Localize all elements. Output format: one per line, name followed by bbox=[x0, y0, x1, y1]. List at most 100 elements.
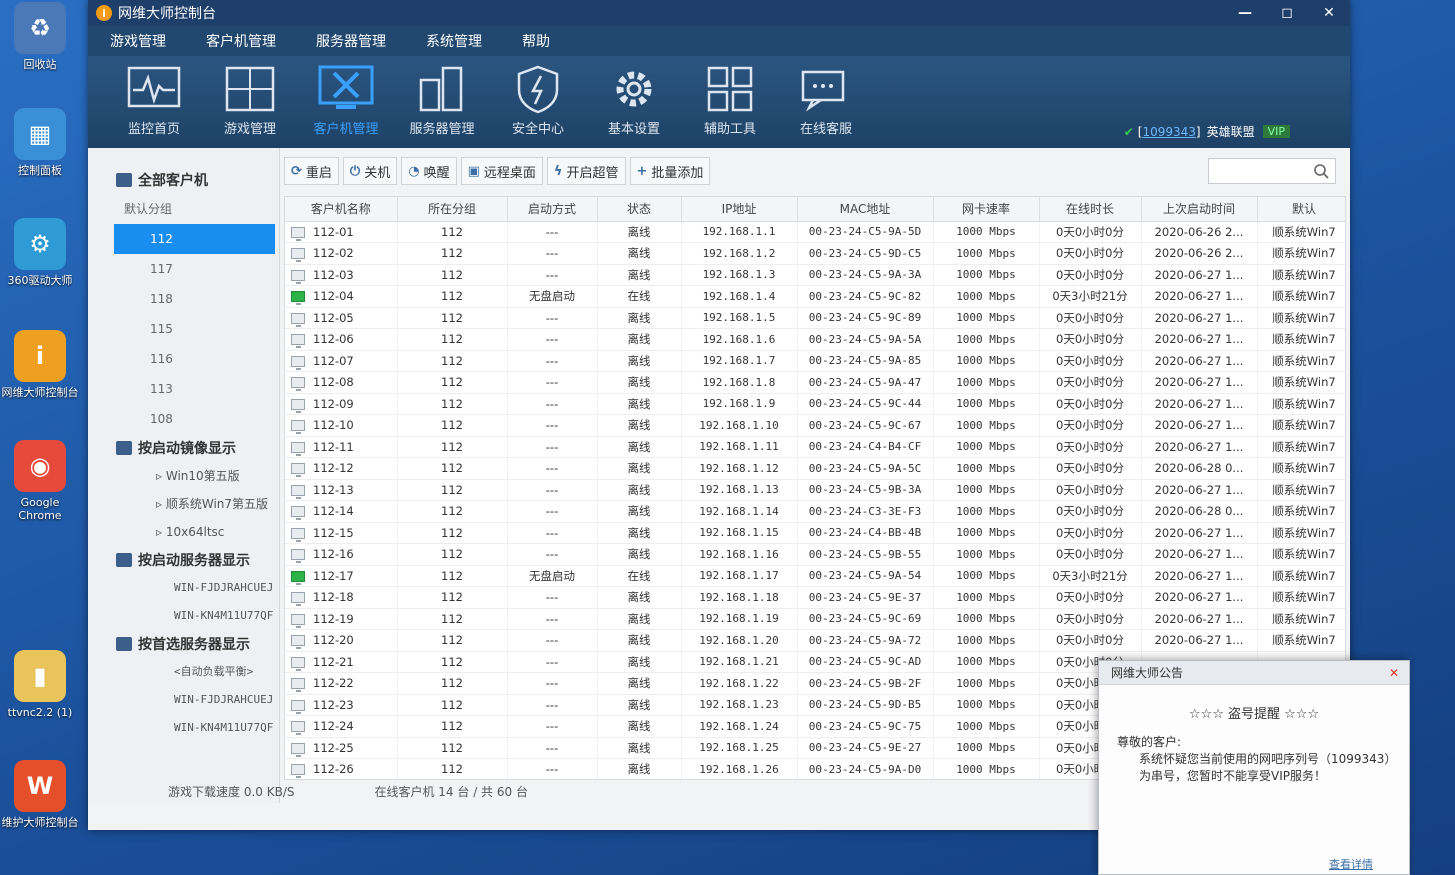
toolbar-client-tools-button[interactable]: 客户机管理 bbox=[298, 56, 394, 144]
column-header[interactable]: IP地址 bbox=[681, 197, 798, 222]
table-row[interactable]: 112-20 112 --- 离线 192.168.1.20 00-23-24-C5-9A… bbox=[285, 629, 1345, 652]
column-header[interactable]: 在线时长 bbox=[1039, 197, 1142, 222]
table-row[interactable]: 112-09 112 --- 离线 192.168.1.9 00-23-24-C5-9C-… bbox=[285, 393, 1345, 415]
pref-server-item[interactable]: <自动负载平衡> bbox=[88, 658, 279, 686]
ip-cell: 192.168.1.8 bbox=[681, 371, 798, 394]
action-button[interactable]: ϟ 开启超管 bbox=[546, 157, 626, 185]
column-header[interactable]: 启动方式 bbox=[507, 197, 598, 222]
action-button[interactable]: ◔ 唤醒 bbox=[401, 157, 457, 185]
group-item[interactable]: 117 bbox=[88, 254, 279, 284]
action-button[interactable]: ⟳ 重启 bbox=[284, 157, 339, 185]
group-item[interactable]: 112 bbox=[114, 224, 275, 254]
close-button[interactable]: ✕ bbox=[1308, 0, 1350, 26]
by-server-node[interactable]: 按启动服务器显示 bbox=[88, 546, 279, 574]
pref-server-item[interactable]: WIN-FJDJRAHCUEJ bbox=[88, 686, 279, 714]
table-row[interactable]: 112-17 112 无盘启动 在线 192.168.1.17 00-23-24-C5-9… bbox=[285, 565, 1345, 587]
account-id-link[interactable]: 1099343 bbox=[1142, 125, 1195, 139]
column-header[interactable]: 网卡速率 bbox=[933, 197, 1040, 222]
mac-cell: 00-23-24-C5-9C-89 bbox=[797, 307, 934, 329]
toolbar-monitor-pulse-button[interactable]: 监控首页 bbox=[106, 56, 202, 144]
pc-offline-icon bbox=[291, 377, 305, 392]
all-clients-node[interactable]: 全部客户机 bbox=[88, 166, 279, 194]
group-item[interactable]: 115 bbox=[88, 314, 279, 344]
menu-item[interactable]: 帮助 bbox=[522, 31, 550, 51]
action-button[interactable]: + 批量添加 bbox=[629, 157, 711, 185]
by-image-node[interactable]: 按启动镜像显示 bbox=[88, 434, 279, 462]
popup-close-button[interactable]: ✕ bbox=[1389, 666, 1399, 680]
last-boot-cell: 2020-06-27 1... bbox=[1141, 543, 1258, 566]
toolbar-shield-button[interactable]: 安全中心 bbox=[490, 56, 586, 144]
last-boot-cell: 2020-06-27 1... bbox=[1141, 285, 1258, 308]
toolbar-game-grid-button[interactable]: 游戏管理 bbox=[202, 56, 298, 144]
desktop-icon[interactable]: ◉ Google Chrome bbox=[0, 440, 80, 522]
server-item[interactable]: WIN-FJDJRAHCUEJ bbox=[88, 574, 279, 602]
group-item[interactable]: 113 bbox=[88, 374, 279, 404]
column-header[interactable]: 上次启动时间 bbox=[1141, 197, 1258, 222]
table-row[interactable]: 112-15 112 --- 离线 192.168.1.15 00-23-24-C4-BB… bbox=[285, 522, 1345, 544]
group-item[interactable]: 116 bbox=[88, 344, 279, 374]
boot-mode-cell: --- bbox=[507, 651, 598, 673]
desktop-icon[interactable]: ♻ 回收站 bbox=[0, 2, 80, 71]
toolbar-tiles-button[interactable]: 辅助工具 bbox=[682, 56, 778, 144]
desktop-icon[interactable]: ▮ ttvnc2.2 (1) bbox=[0, 650, 80, 719]
pref-server-item[interactable]: WIN-KN4M11U77QF bbox=[88, 714, 279, 742]
table-row[interactable]: 112-01 112 --- 离线 192.168.1.1 00-23-24-C5-9A-… bbox=[285, 221, 1345, 243]
action-button[interactable]: ▣ 远程桌面 bbox=[460, 157, 543, 185]
column-header[interactable]: 客户机名称 bbox=[285, 197, 398, 222]
boot-mode-cell: --- bbox=[507, 500, 598, 523]
table-row[interactable]: 112-13 112 --- 离线 192.168.1.13 00-23-24-C5-9B… bbox=[285, 479, 1345, 501]
maximize-button[interactable]: ◻ bbox=[1266, 0, 1308, 26]
table-row[interactable]: 112-04 112 无盘启动 在线 192.168.1.4 00-23-24-C5-9C… bbox=[285, 285, 1345, 308]
boot-mode-cell: --- bbox=[507, 242, 598, 265]
table-row[interactable]: 112-02 112 --- 离线 192.168.1.2 00-23-24-C5-9D-… bbox=[285, 242, 1345, 265]
group-item[interactable]: 108 bbox=[88, 404, 279, 434]
image-item[interactable]: ▹ 10x64ltsc bbox=[88, 518, 279, 546]
desktop-icon[interactable]: ⚙ 360驱动大师 bbox=[0, 218, 80, 287]
title-bar[interactable]: i 网维大师控制台 — ◻ ✕ bbox=[88, 0, 1350, 26]
table-row[interactable]: 112-19 112 --- 离线 192.168.1.19 00-23-24-C5-9C… bbox=[285, 608, 1345, 630]
nic-speed-cell: 1000 Mbps bbox=[933, 522, 1040, 544]
toolbar-gear-button[interactable]: 基本设置 bbox=[586, 56, 682, 144]
table-row[interactable]: 112-03 112 --- 离线 192.168.1.3 00-23-24-C5-9A-… bbox=[285, 264, 1345, 286]
minimize-button[interactable]: — bbox=[1224, 0, 1266, 26]
menu-item[interactable]: 游戏管理 bbox=[110, 31, 166, 51]
status-cell: 离线 bbox=[597, 715, 682, 738]
table-row[interactable]: 112-06 112 --- 离线 192.168.1.6 00-23-24-C5-9A-… bbox=[285, 328, 1345, 351]
table-row[interactable]: 112-11 112 --- 离线 192.168.1.11 00-23-24-C4-B4… bbox=[285, 436, 1345, 458]
menu-item[interactable]: 系统管理 bbox=[426, 31, 482, 51]
column-header[interactable]: 状态 bbox=[597, 197, 682, 222]
column-header[interactable]: MAC地址 bbox=[797, 197, 934, 222]
menu-item[interactable]: 客户机管理 bbox=[206, 31, 276, 51]
online-duration-cell: 0天0小时0分 bbox=[1039, 608, 1142, 630]
column-header[interactable]: 所在分组 bbox=[397, 197, 508, 222]
image-item[interactable]: ▹ Win10第五版 bbox=[88, 462, 279, 490]
table-row[interactable]: 112-16 112 --- 离线 192.168.1.16 00-23-24-C5-9B… bbox=[285, 543, 1345, 566]
table-row[interactable]: 112-10 112 --- 离线 192.168.1.10 00-23-24-C5-9C… bbox=[285, 414, 1345, 437]
table-row[interactable]: 112-05 112 --- 离线 192.168.1.5 00-23-24-C5-9C-… bbox=[285, 307, 1345, 329]
by-pref-server-node[interactable]: 按首选服务器显示 bbox=[88, 630, 279, 658]
desktop-icon[interactable]: ▦ 控制面板 bbox=[0, 108, 80, 177]
group-item[interactable]: 118 bbox=[88, 284, 279, 314]
table-row[interactable]: 112-12 112 --- 离线 192.168.1.12 00-23-24-C5-9A… bbox=[285, 457, 1345, 480]
status-cell: 离线 bbox=[597, 436, 682, 458]
status-cell: 离线 bbox=[597, 264, 682, 286]
popup-more-link[interactable]: 查看详情 bbox=[1329, 856, 1373, 872]
column-header[interactable]: 默认 bbox=[1257, 197, 1345, 222]
table-row[interactable]: 112-14 112 --- 离线 192.168.1.14 00-23-24-C3-3E… bbox=[285, 500, 1345, 523]
mac-cell: 00-23-24-C5-9C-67 bbox=[797, 414, 934, 437]
desktop-icon[interactable]: i 网维大师控制台 bbox=[0, 330, 80, 399]
last-boot-cell: 2020-06-27 1... bbox=[1141, 264, 1258, 286]
client-name: 112-11 bbox=[313, 439, 354, 454]
group-item[interactable]: 默认分组 bbox=[88, 194, 279, 224]
toolbar-chat-button[interactable]: 在线客服 bbox=[778, 56, 874, 144]
table-row[interactable]: 112-08 112 --- 离线 192.168.1.8 00-23-24-C5-9A-… bbox=[285, 371, 1345, 394]
menu-item[interactable]: 服务器管理 bbox=[316, 31, 386, 51]
search-input[interactable] bbox=[1208, 158, 1336, 184]
server-item[interactable]: WIN-KN4M11U77QF bbox=[88, 602, 279, 630]
image-item[interactable]: ▹ 顺系统Win7第五版 bbox=[88, 490, 279, 518]
desktop-icon[interactable]: W 维护大师控制台 bbox=[0, 760, 80, 829]
table-row[interactable]: 112-18 112 --- 离线 192.168.1.18 00-23-24-C5-9E… bbox=[285, 586, 1345, 609]
toolbar-server-button[interactable]: 服务器管理 bbox=[394, 56, 490, 144]
action-button[interactable]: ⏻ 关机 bbox=[342, 157, 398, 185]
table-row[interactable]: 112-07 112 --- 离线 192.168.1.7 00-23-24-C5-9A-… bbox=[285, 350, 1345, 372]
